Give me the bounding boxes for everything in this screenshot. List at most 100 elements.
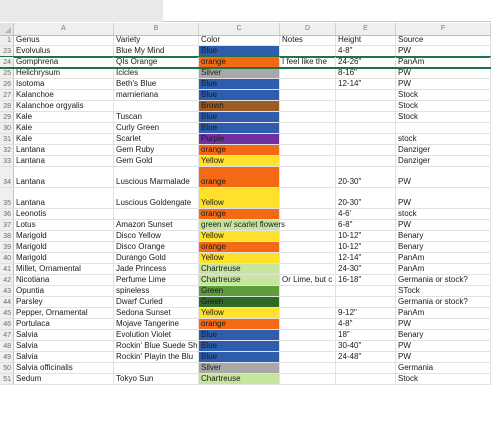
table-row[interactable]: 25 Helichrysum Icicles Silver 8-16" PW: [0, 68, 491, 79]
variety-cell[interactable]: Rockin' Blue Suede Sh: [114, 341, 199, 351]
color-cell[interactable]: orange: [199, 242, 280, 252]
table-row[interactable]: 32 Lantana Gem Ruby orange Danziger: [0, 145, 491, 156]
genus-cell[interactable]: Parsley: [14, 297, 114, 307]
table-row[interactable]: 30 Kale Curly Green Blue: [0, 123, 491, 134]
source-cell[interactable]: Stock: [396, 101, 491, 111]
select-all-corner[interactable]: [0, 23, 14, 35]
genus-cell[interactable]: Kale: [14, 112, 114, 122]
source-cell[interactable]: Benary: [396, 330, 491, 340]
source-cell[interactable]: Stock: [396, 112, 491, 122]
genus-cell[interactable]: Lantana: [14, 156, 114, 166]
source-cell[interactable]: Stock: [396, 90, 491, 100]
genus-cell[interactable]: Leonotis: [14, 209, 114, 219]
row-number[interactable]: 34: [0, 167, 14, 187]
table-row[interactable]: 31 Kale Scarlet Purple stock: [0, 134, 491, 145]
height-cell[interactable]: [336, 90, 396, 100]
source-cell[interactable]: Stock: [396, 374, 491, 384]
table-row[interactable]: 38 Marigold Disco Yellow Yellow 10-12" Benary: [0, 231, 491, 242]
notes-cell[interactable]: [280, 308, 336, 318]
height-cell[interactable]: 16-18": [336, 275, 396, 285]
table-row[interactable]: 35 Lantana Luscious Goldengate Yellow 20-30"…: [0, 188, 491, 209]
variety-cell[interactable]: Perfume Lime: [114, 275, 199, 285]
color-cell[interactable]: Yellow: [199, 231, 280, 241]
row-number[interactable]: 45: [0, 308, 14, 318]
color-cell[interactable]: Green: [199, 286, 280, 296]
source-cell[interactable]: PW: [396, 352, 491, 362]
notes-cell[interactable]: [280, 79, 336, 89]
notes-cell[interactable]: [280, 330, 336, 340]
genus-cell[interactable]: Salvia: [14, 330, 114, 340]
variety-cell[interactable]: [114, 101, 199, 111]
row-number[interactable]: 28: [0, 101, 14, 111]
color-cell[interactable]: Yellow: [199, 308, 280, 318]
genus-cell[interactable]: Marigold: [14, 242, 114, 252]
height-cell[interactable]: 30-40": [336, 341, 396, 351]
source-cell[interactable]: PW: [396, 68, 491, 78]
variety-cell[interactable]: Disco Orange: [114, 242, 199, 252]
source-cell[interactable]: stock: [396, 134, 491, 144]
color-cell[interactable]: Blue: [199, 123, 280, 133]
row-number[interactable]: 25: [0, 68, 14, 78]
color-cell[interactable]: orange: [199, 145, 280, 155]
height-cell[interactable]: [336, 145, 396, 155]
color-cell[interactable]: Chartreuse: [199, 275, 280, 285]
variety-cell[interactable]: [114, 363, 199, 373]
table-row[interactable]: 48 Salvia Rockin' Blue Suede Sh Blue 30-40" P…: [0, 341, 491, 352]
row-number[interactable]: 33: [0, 156, 14, 166]
row-number[interactable]: 39: [0, 242, 14, 252]
source-cell[interactable]: PW: [396, 46, 491, 56]
table-row[interactable]: 43 Opuntia spineless Green STock: [0, 286, 491, 297]
genus-cell[interactable]: Salvia: [14, 341, 114, 351]
notes-cell[interactable]: [280, 209, 336, 219]
row-number[interactable]: 51: [0, 374, 14, 384]
genus-cell[interactable]: Lantana: [14, 167, 114, 187]
color-cell[interactable]: Blue: [199, 79, 280, 89]
color-cell[interactable]: Silver: [199, 363, 280, 373]
table-row[interactable]: 42 Nicotiana Perfume Lime Chartreuse Or Lime…: [0, 275, 491, 286]
variety-cell[interactable]: Sedona Sunset: [114, 308, 199, 318]
row-number[interactable]: 44: [0, 297, 14, 307]
genus-cell[interactable]: Salvia: [14, 352, 114, 362]
source-cell[interactable]: PanAm: [396, 253, 491, 263]
notes-cell[interactable]: [280, 374, 336, 384]
height-cell[interactable]: 20-30": [336, 167, 396, 187]
column-header-e[interactable]: E: [336, 23, 396, 35]
height-cell[interactable]: [336, 134, 396, 144]
table-row[interactable]: 40 Marigold Durango Gold Yellow 12-14" PanAm: [0, 253, 491, 264]
color-cell[interactable]: Yellow: [199, 156, 280, 166]
source-cell[interactable]: PW: [396, 79, 491, 89]
variety-cell[interactable]: marnieriana: [114, 90, 199, 100]
notes-cell[interactable]: [280, 112, 336, 122]
genus-cell[interactable]: Gomphrena: [14, 57, 114, 67]
variety-cell[interactable]: QIs Orange: [114, 57, 199, 67]
height-cell[interactable]: 20-30": [336, 188, 396, 208]
genus-cell[interactable]: Salvia officinalis: [14, 363, 114, 373]
variety-cell[interactable]: Scarlet: [114, 134, 199, 144]
genus-cell[interactable]: Lantana: [14, 188, 114, 208]
table-row[interactable]: 34 Lantana Luscious Marmalade orange 20-30" P…: [0, 167, 491, 188]
source-cell[interactable]: Germania or stock?: [396, 297, 491, 307]
height-cell[interactable]: 12-14": [336, 79, 396, 89]
color-cell[interactable]: orange: [199, 167, 280, 187]
notes-cell[interactable]: [280, 242, 336, 252]
source-cell[interactable]: PanAm: [396, 264, 491, 274]
color-cell[interactable]: Color: [199, 35, 280, 45]
row-number[interactable]: 32: [0, 145, 14, 155]
color-cell[interactable]: orange: [199, 319, 280, 329]
row-number[interactable]: 35: [0, 188, 14, 208]
notes-cell[interactable]: [280, 297, 336, 307]
source-cell[interactable]: PW: [396, 188, 491, 208]
variety-cell[interactable]: Gem Gold: [114, 156, 199, 166]
row-number[interactable]: 41: [0, 264, 14, 274]
genus-cell[interactable]: Lotus: [14, 220, 114, 230]
height-cell[interactable]: 10-12": [336, 242, 396, 252]
table-row[interactable]: 39 Marigold Disco Orange orange 10-12" Benary: [0, 242, 491, 253]
notes-cell[interactable]: [280, 319, 336, 329]
notes-cell[interactable]: [280, 123, 336, 133]
variety-cell[interactable]: Mojave Tangerine: [114, 319, 199, 329]
row-number[interactable]: 46: [0, 319, 14, 329]
genus-cell[interactable]: Millet, Ornamental: [14, 264, 114, 274]
column-header-b[interactable]: B: [114, 23, 199, 35]
variety-cell[interactable]: [114, 209, 199, 219]
genus-cell[interactable]: Evolvulus: [14, 46, 114, 56]
